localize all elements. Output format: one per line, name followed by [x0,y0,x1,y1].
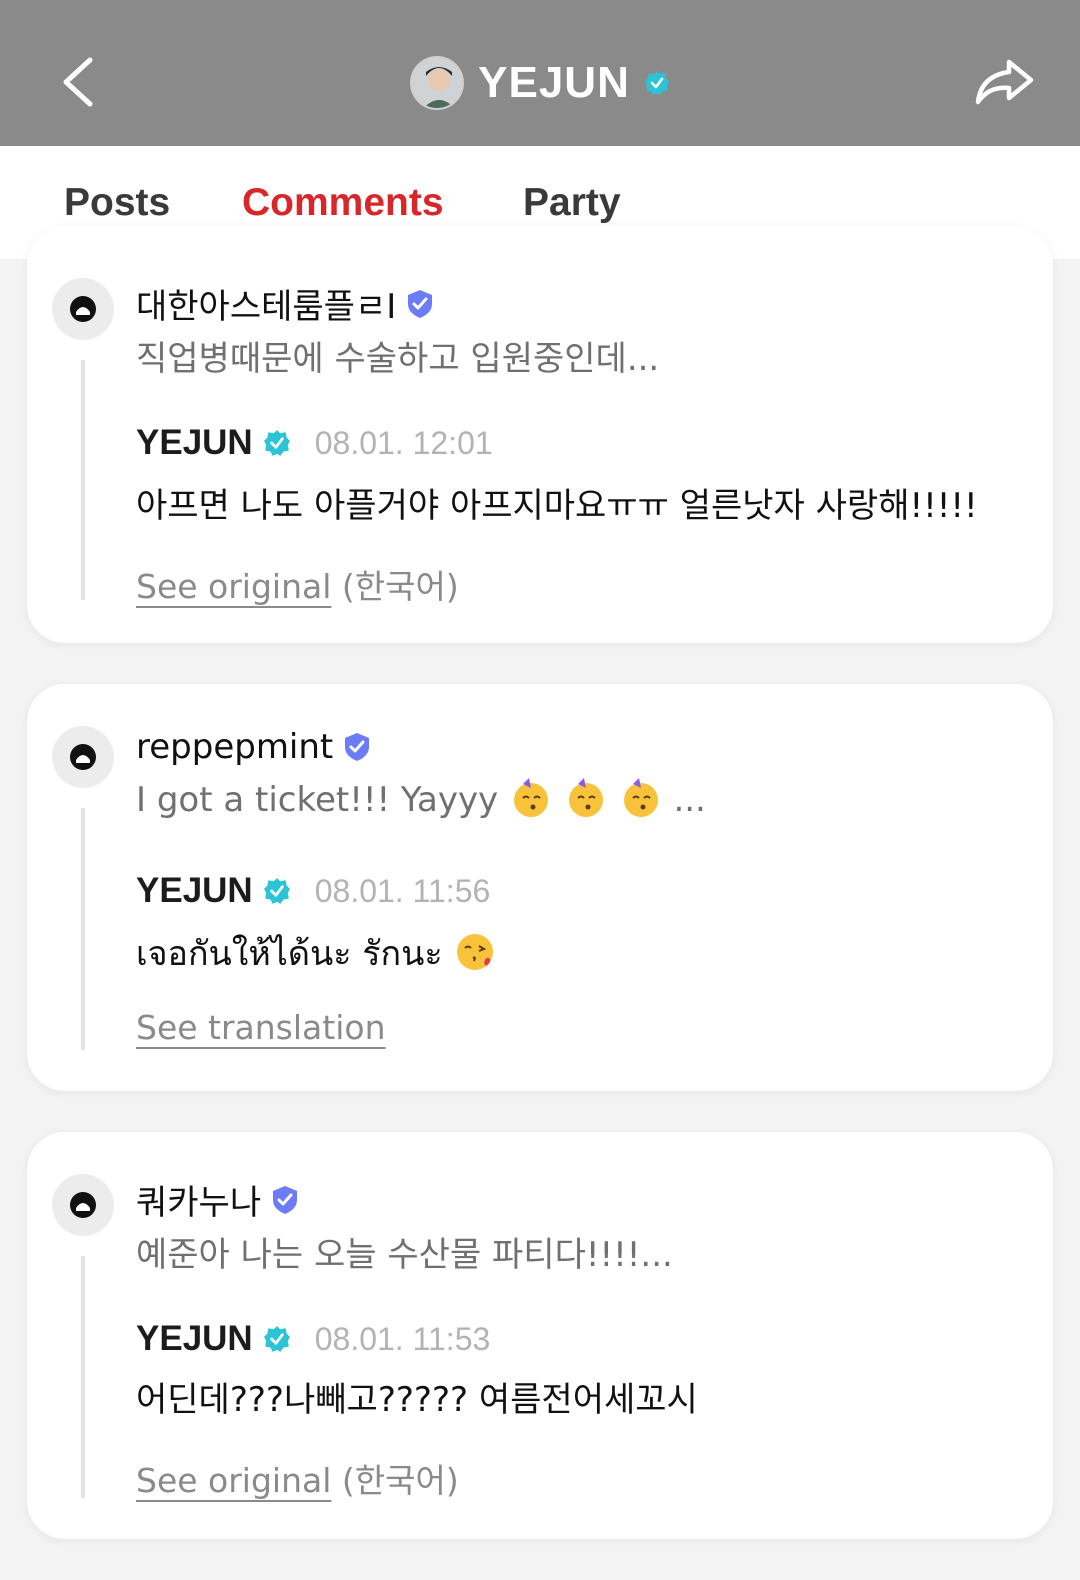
kissing-face-icon [457,933,494,970]
comment-preview[interactable]: I got a ticket!!! Yayyy ... [136,777,706,820]
reply-header: YEJUN 08.01. 11:56 [136,871,490,911]
fan-avatar-icon [70,744,96,770]
page-title: YEJUN [478,58,630,107]
see-original-link[interactable]: See original (한국어) [136,560,459,608]
comment-preview[interactable]: 예준아 나는 오늘 수산물 파티다!!!!... [136,1227,673,1276]
reply-author: YEJUN [136,423,253,462]
verified-badge-icon [263,1326,290,1352]
reply-timestamp: 08.01. 11:53 [314,1320,491,1357]
comment-card: 대한아스테룸플ㄹI 직업병때문에 수술하고 입원중인데... YEJUN 08.… [27,226,1053,643]
reply-timestamp: 08.01. 12:01 [314,424,493,461]
comment-username[interactable]: reppepmint [136,727,373,767]
verified-badge-icon [263,430,290,456]
reply-header: YEJUN 08.01. 12:01 [136,423,493,463]
comment-username[interactable]: 대한아스테룸플ㄹI [136,279,436,328]
see-translation-link[interactable]: See translation [136,1008,385,1047]
fan-avatar-icon [70,296,96,322]
avatar[interactable] [410,56,465,110]
comment-card: reppepmint I got a ticket!!! Yayyy ... Y… [27,684,1053,1091]
reply-author: YEJUN [136,1319,253,1358]
verified-fan-badge-icon [408,289,433,318]
partying-face-icon [514,777,548,817]
verified-badge-icon [263,878,290,904]
reply-text: 아프면 나도 아플거야 아프지마요ㅠㅠ 얼른낫자 사랑해!!!!! [136,486,978,526]
reply-timestamp: 08.01. 11:56 [314,872,491,909]
verified-fan-badge-icon [273,1185,298,1214]
partying-face-icon [623,777,658,817]
reply-header: YEJUN 08.01. 11:53 [136,1319,490,1359]
comment-preview[interactable]: 직업병때문에 수술하고 입원중인데... [136,331,659,380]
comment-username[interactable]: 쿼카누나 [136,1175,301,1224]
top-bar: YEJUN [0,0,1080,146]
share-arrow-icon [975,59,1034,105]
avatar[interactable] [52,726,114,788]
verified-fan-badge-icon [345,733,370,761]
thread-line [81,360,85,600]
thread-line [81,808,85,1050]
profile-header[interactable]: YEJUN [0,54,1080,112]
partying-face-icon [568,777,603,817]
fan-avatar-icon [70,1192,96,1218]
reply-author: YEJUN [136,871,253,910]
reply-text: เจอกันให้ได้นะ รักนะ [136,926,497,980]
avatar[interactable] [52,278,114,340]
avatar[interactable] [52,1174,114,1236]
verified-badge-icon [644,71,669,95]
thread-line [81,1256,85,1498]
comment-card: 쿼카누나 예준아 나는 오늘 수산물 파티다!!!!... YEJUN 08.0… [27,1132,1053,1539]
see-original-link[interactable]: See original (한국어) [136,1454,459,1502]
reply-text: 어딘데???나빼고????? 여름전어세꼬시 [136,1380,698,1420]
share-button[interactable] [968,48,1040,116]
